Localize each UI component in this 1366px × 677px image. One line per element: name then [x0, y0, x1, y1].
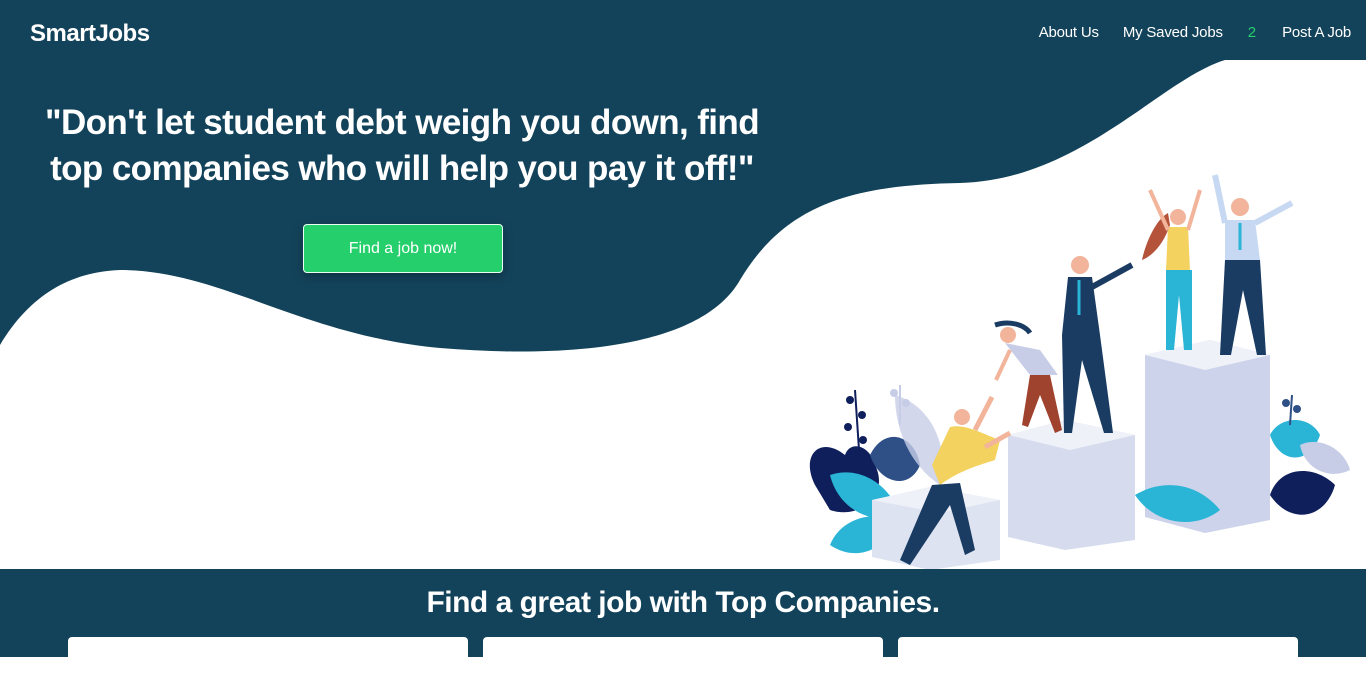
- brand-logo[interactable]: SmartJobs: [30, 20, 150, 48]
- section-title: Find a great job with Top Companies.: [426, 586, 940, 619]
- company-card[interactable]: [483, 637, 883, 677]
- nav-links: About Us My Saved Jobs 2 Post A Job: [1039, 24, 1351, 41]
- navbar: SmartJobs About Us My Saved Jobs 2 Post …: [0, 0, 1366, 68]
- company-card[interactable]: [68, 637, 468, 677]
- nav-my-saved-jobs[interactable]: My Saved Jobs: [1123, 24, 1223, 41]
- saved-jobs-count-badge: 2: [1247, 24, 1257, 41]
- nav-post-a-job[interactable]: Post A Job: [1282, 24, 1351, 41]
- nav-about-us[interactable]: About Us: [1039, 24, 1099, 41]
- hero-quote: "Don't let student debt weigh you down, …: [44, 103, 760, 188]
- team-climbing-illustration: [809, 174, 1350, 570]
- find-job-button[interactable]: Find a job now!: [303, 224, 503, 273]
- company-card[interactable]: [898, 637, 1298, 677]
- top-companies-section: Find a great job with Top Companies.: [0, 569, 1366, 677]
